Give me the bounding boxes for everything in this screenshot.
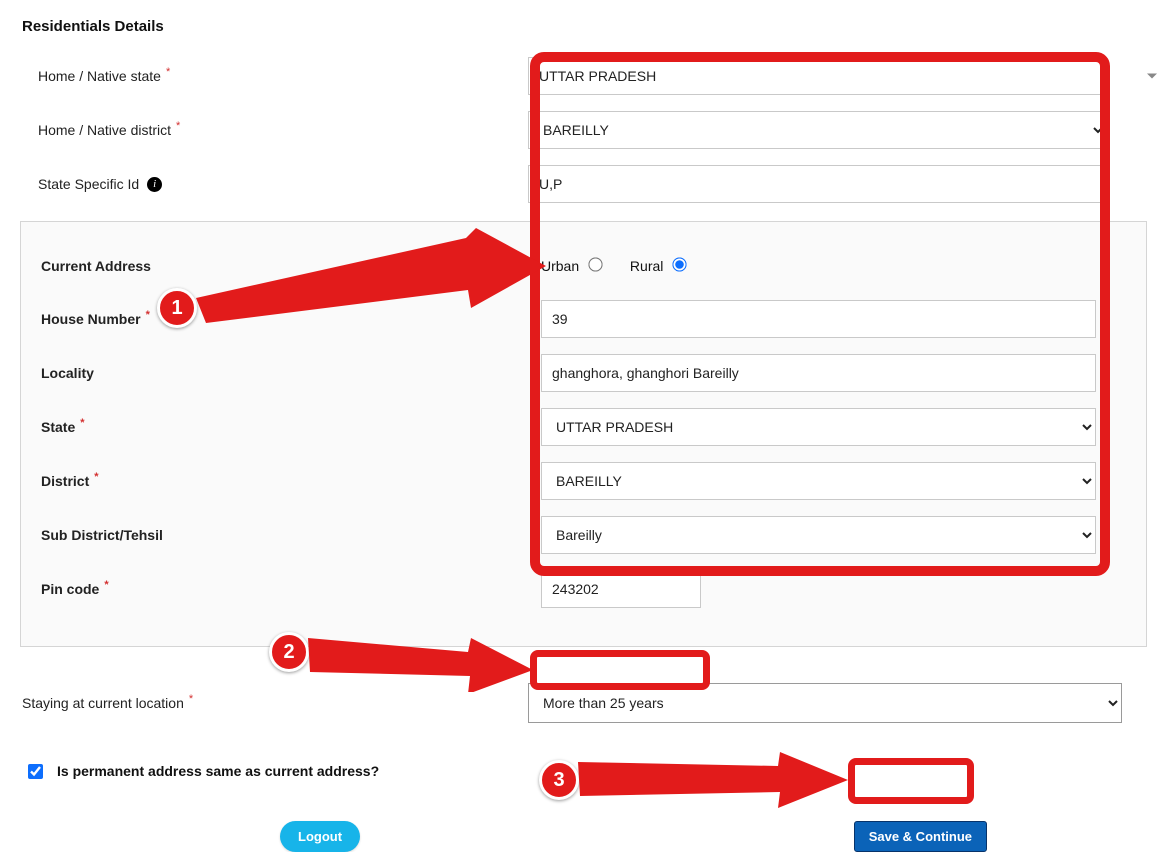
required-asterisk: * (104, 579, 108, 591)
required-asterisk: * (146, 309, 150, 321)
area-type-radio-group: Urban Rural (541, 258, 1146, 274)
rural-radio[interactable] (673, 257, 687, 271)
urban-label[interactable]: Urban (541, 258, 606, 274)
rural-label[interactable]: Rural (630, 258, 686, 274)
row-locality: Locality (21, 346, 1146, 400)
label-pin: Pin code * (41, 581, 541, 597)
locality-input[interactable] (541, 354, 1096, 392)
label-locality: Locality (41, 365, 541, 381)
row-stay: Staying at current location * More than 2… (0, 675, 1167, 731)
row-current-address: Current Address Urban Rural (21, 240, 1146, 292)
section-title: Residentials Details (0, 0, 1167, 49)
required-asterisk: * (176, 120, 180, 132)
chevron-down-icon (1147, 74, 1157, 79)
required-asterisk: * (80, 417, 84, 429)
row-state-id: State Specific Id i (0, 157, 1167, 211)
pin-input[interactable] (541, 570, 701, 608)
label-home-district-text: Home / Native district (38, 122, 171, 138)
addr-state-select[interactable]: UTTAR PRADESH (541, 408, 1096, 446)
label-house-number: House Number * (41, 311, 541, 327)
row-permanent-same: Is permanent address same as current add… (0, 749, 1167, 779)
label-home-district: Home / Native district * (38, 122, 528, 138)
label-addr-state-text: State (41, 419, 75, 435)
label-addr-state: State * (41, 419, 541, 435)
required-asterisk: * (94, 471, 98, 483)
label-addr-district: District * (41, 473, 541, 489)
label-home-state: Home / Native state * (38, 68, 528, 84)
stay-select[interactable]: More than 25 years (528, 683, 1122, 723)
label-stay: Staying at current location * (22, 695, 528, 711)
home-district-select[interactable]: BAREILLY (528, 111, 1107, 149)
addr-district-select[interactable]: BAREILLY (541, 462, 1096, 500)
label-state-id: State Specific Id i (38, 176, 528, 192)
label-house-number-text: House Number (41, 311, 141, 327)
save-continue-button[interactable]: Save & Continue (854, 821, 987, 852)
row-house-number: House Number * (21, 292, 1146, 346)
label-current-address: Current Address (41, 258, 541, 274)
row-home-state: Home / Native state * (0, 49, 1167, 103)
label-stay-text: Staying at current location (22, 695, 184, 711)
required-asterisk: * (189, 693, 193, 705)
label-state-id-text: State Specific Id (38, 176, 139, 192)
label-addr-district-text: District (41, 473, 89, 489)
home-state-select[interactable] (528, 57, 1107, 95)
subdistrict-select[interactable]: Bareilly (541, 516, 1096, 554)
urban-radio[interactable] (588, 257, 602, 271)
row-home-district: Home / Native district * BAREILLY (0, 103, 1167, 157)
state-id-input[interactable] (528, 165, 1107, 203)
urban-label-text: Urban (541, 258, 579, 274)
permanent-same-checkbox[interactable] (28, 764, 43, 779)
permanent-same-label: Is permanent address same as current add… (57, 763, 379, 779)
required-asterisk: * (166, 66, 170, 78)
label-subdistrict: Sub District/Tehsil (41, 527, 541, 543)
row-pin: Pin code * (21, 562, 1146, 616)
label-home-state-text: Home / Native state (38, 68, 161, 84)
button-row: Logout Save & Continue (0, 779, 1167, 852)
current-address-block: Current Address Urban Rural House Number… (20, 221, 1147, 647)
row-addr-district: District * BAREILLY (21, 454, 1146, 508)
row-addr-state: State * UTTAR PRADESH (21, 400, 1146, 454)
house-number-input[interactable] (541, 300, 1096, 338)
logout-button[interactable]: Logout (280, 821, 360, 852)
rural-label-text: Rural (630, 258, 663, 274)
row-subdistrict: Sub District/Tehsil Bareilly (21, 508, 1146, 562)
label-pin-text: Pin code (41, 581, 99, 597)
info-icon[interactable]: i (147, 177, 162, 192)
